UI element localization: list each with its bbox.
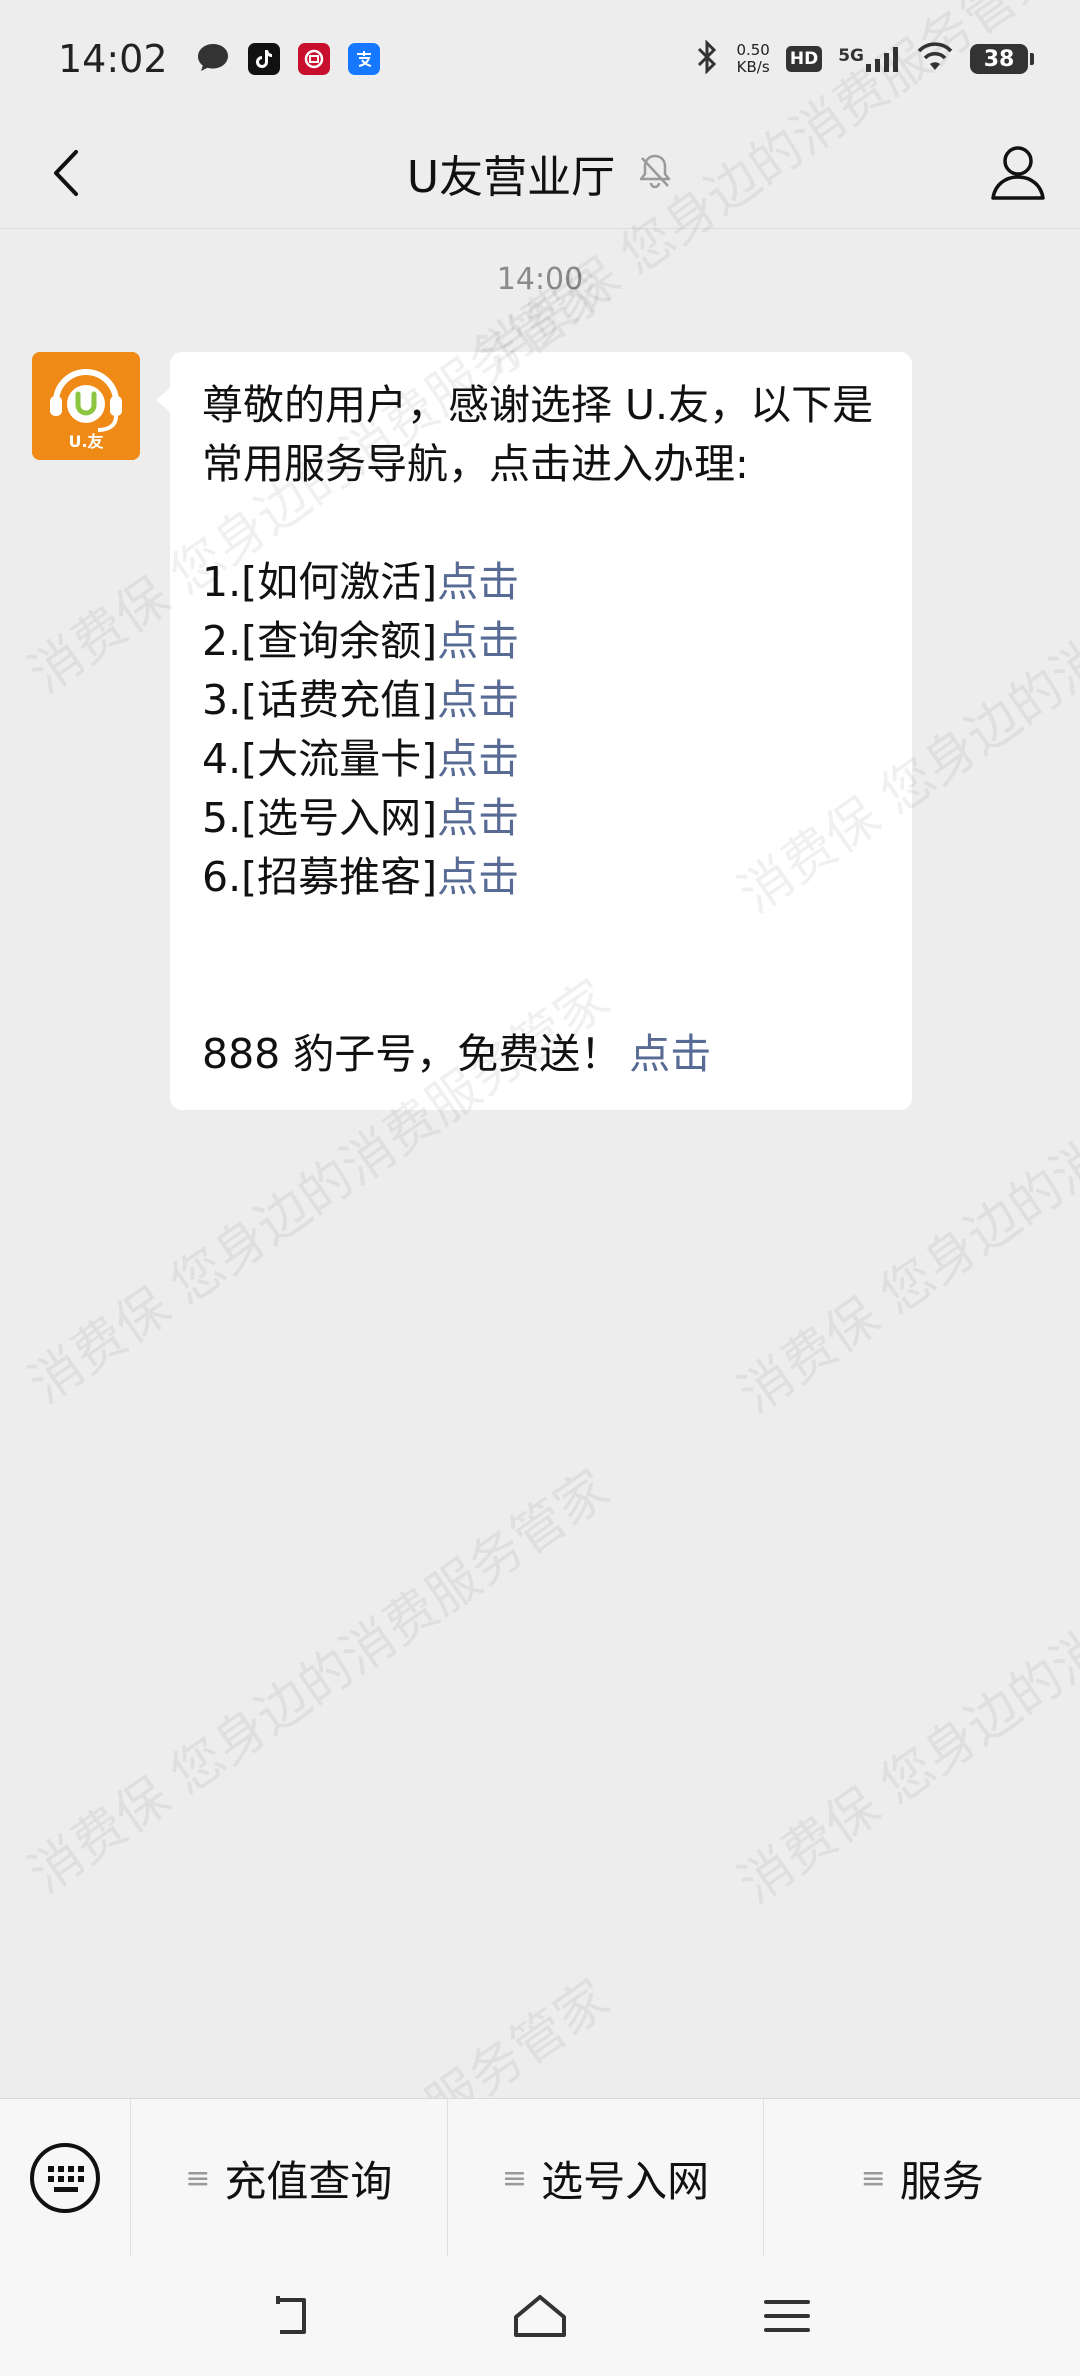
message-intro: 尊敬的用户，感谢选择 U.友，以下是常用服务导航，点击进入办理: <box>202 381 874 488</box>
menu-lines-icon: ≡ <box>501 2160 528 2196</box>
keyboard-icon <box>30 2143 100 2213</box>
service-item: 2.[查询余额]点击 <box>202 617 520 665</box>
chevron-left-icon <box>54 150 78 196</box>
service-item: 1.[如何激活]点击 <box>202 558 520 606</box>
bluetooth-icon <box>694 39 720 78</box>
title-wrap: U友营业厅 <box>407 141 673 205</box>
network-speed: 0.50 KB/s <box>736 42 769 76</box>
message-timestamp: 14:00 <box>496 262 584 297</box>
avatar[interactable]: U.友 <box>32 352 140 460</box>
status-time: 14:02 <box>58 37 168 81</box>
avatar-label: U.友 <box>68 432 104 451</box>
back-button[interactable] <box>30 138 100 208</box>
service-menu-bar: ≡ 充值查询 ≡ 选号入网 ≡ 服务 <box>0 2098 1080 2257</box>
hd-badge: HD <box>785 46 823 72</box>
battery-indicator: 38 <box>970 44 1034 74</box>
recharge-link[interactable]: 点击 <box>437 676 519 724</box>
signal-5g-icon: 5G <box>838 46 900 72</box>
network-type: 5G <box>838 46 864 66</box>
status-left: 14:02 <box>58 37 380 81</box>
tiktok-icon <box>247 43 280 75</box>
balance-link[interactable]: 点击 <box>437 617 519 665</box>
nav-home-button[interactable] <box>500 2276 580 2356</box>
home-icon <box>513 2295 566 2337</box>
service-item: 5.[选号入网]点击 <box>202 794 520 842</box>
profile-button[interactable] <box>982 136 1054 208</box>
menu-recharge-query[interactable]: ≡ 充值查询 <box>131 2099 448 2257</box>
recruit-link[interactable]: 点击 <box>437 853 519 901</box>
promo-line: 888 豹子号，免费送！ 点击 <box>202 1030 712 1078</box>
promo-link[interactable]: 点击 <box>629 1030 711 1078</box>
nav-back-button[interactable] <box>253 2276 333 2356</box>
service-item: 4.[大流量卡]点击 <box>202 735 520 783</box>
select-number-link[interactable]: 点击 <box>437 794 519 842</box>
menu-icon <box>763 2300 810 2332</box>
message-bubble: 尊敬的用户，感谢选择 U.友，以下是常用服务导航，点击进入办理: 1.[如何激活… <box>156 352 912 1110</box>
service-item: 3.[话费充值]点击 <box>202 676 520 724</box>
speed-value: 0.50 <box>736 41 770 59</box>
nav-menu-button[interactable] <box>747 2276 827 2356</box>
return-icon <box>276 2296 307 2334</box>
activate-link[interactable]: 点击 <box>437 558 519 606</box>
wifi-icon <box>916 42 954 76</box>
bell-muted-icon <box>637 152 673 194</box>
menu-lines-icon: ≡ <box>185 2160 211 2196</box>
status-right: 0.50 KB/s HD 5G 38 <box>694 39 1034 78</box>
status-bar: 14:02 0.50 KB/s HD 5G 38 <box>0 0 1080 118</box>
message-icon <box>196 41 230 77</box>
service-item: 6.[招募推客]点击 <box>202 853 520 901</box>
speed-unit: KB/s <box>736 58 770 76</box>
menu-service[interactable]: ≡ 服务 <box>764 2099 1080 2257</box>
chat-header: U友营业厅 <box>0 118 1080 229</box>
menu-lines-icon: ≡ <box>860 2160 886 2196</box>
page-title: U友营业厅 <box>406 152 616 203</box>
menu-select-number[interactable]: ≡ 选号入网 <box>448 2099 765 2257</box>
user-icon <box>991 146 1045 200</box>
alipay-icon <box>347 43 380 75</box>
data-card-link[interactable]: 点击 <box>437 735 519 783</box>
bank-icon <box>297 43 330 75</box>
keyboard-toggle-button[interactable] <box>0 2099 131 2257</box>
system-nav-bar <box>0 2256 1080 2376</box>
